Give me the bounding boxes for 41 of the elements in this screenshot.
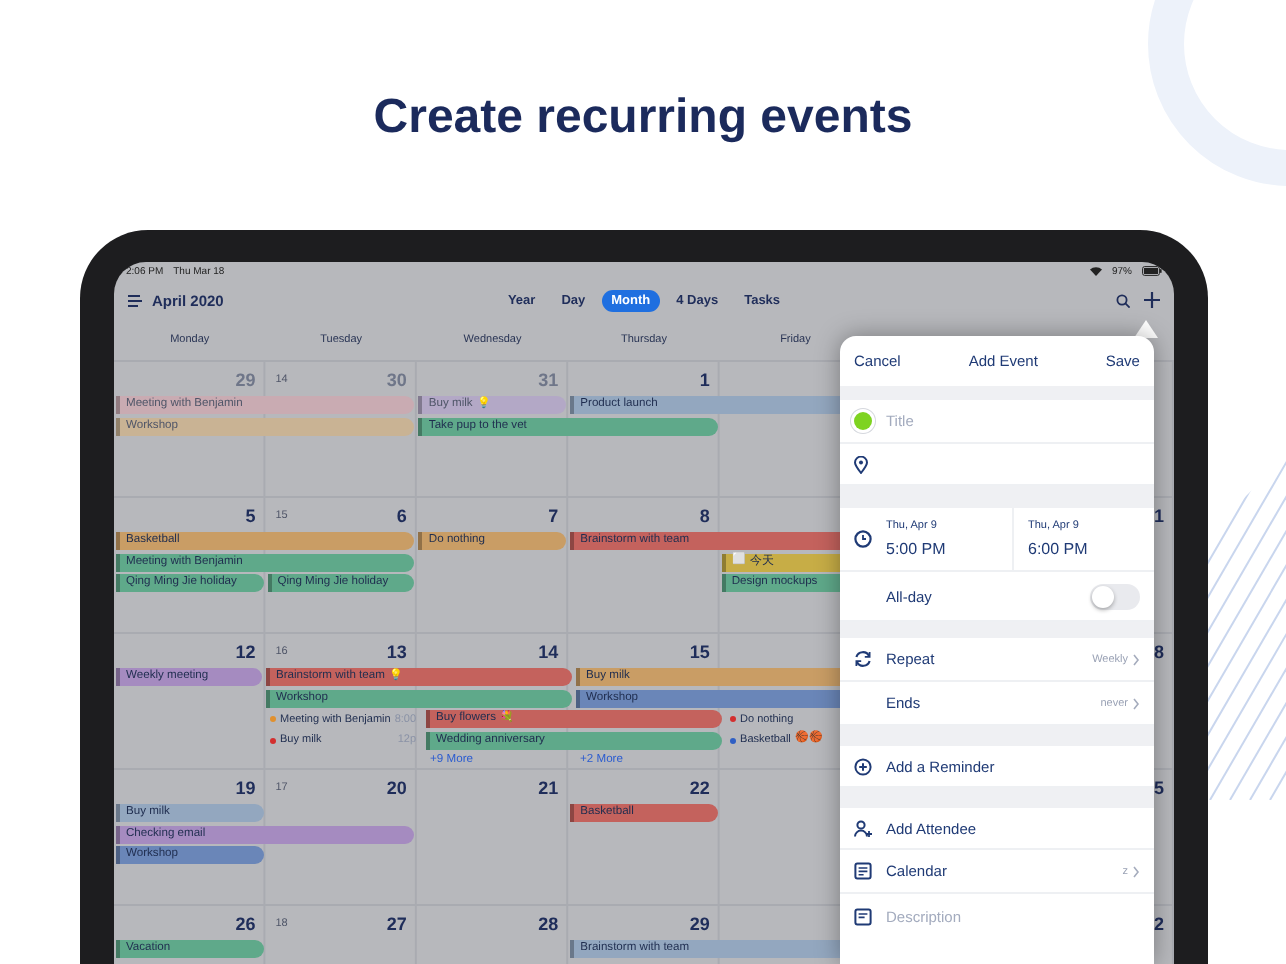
repeat-icon: [854, 650, 872, 668]
wifi-icon: [1089, 266, 1102, 276]
day-number[interactable]: 22: [689, 777, 710, 797]
day-number[interactable]: 5: [245, 505, 256, 525]
day-number[interactable]: 2: [1153, 913, 1164, 933]
add-icon[interactable]: [1144, 292, 1160, 308]
day-number[interactable]: 5: [1153, 777, 1164, 797]
day-number[interactable]: 14: [538, 641, 559, 661]
start-time[interactable]: 5:00 PM: [886, 540, 998, 558]
day-number[interactable]: 15: [689, 641, 710, 661]
chevron-icon: [1132, 697, 1140, 709]
day-number[interactable]: 21: [538, 777, 559, 797]
add-circle-icon: [854, 757, 872, 775]
clock-icon: [854, 530, 872, 548]
day-number[interactable]: 1: [1153, 505, 1164, 525]
location-pin-icon[interactable]: [854, 455, 868, 473]
day-number[interactable]: 19: [235, 777, 256, 797]
chevron-icon: [1132, 865, 1140, 877]
day-number[interactable]: 6: [396, 505, 407, 525]
day-number[interactable]: 27: [386, 913, 407, 933]
end-time[interactable]: 6:00 PM: [1028, 540, 1140, 558]
day-number[interactable]: 28: [538, 913, 559, 933]
day-number[interactable]: 29: [689, 913, 710, 933]
calendar-color-dot[interactable]: [854, 412, 872, 430]
menu-icon[interactable]: [128, 293, 142, 307]
chevron-icon: [1132, 653, 1140, 665]
day-number[interactable]: 13: [386, 641, 407, 661]
add-person-icon: [854, 819, 872, 837]
day-number[interactable]: 20: [386, 777, 407, 797]
day-number[interactable]: 8: [1153, 641, 1164, 661]
day-number[interactable]: 7: [548, 505, 559, 525]
day-number[interactable]: 1: [699, 369, 710, 389]
search-icon[interactable]: [1116, 293, 1130, 307]
day-number[interactable]: 8: [699, 505, 710, 525]
headline: Create recurring events: [373, 88, 913, 148]
all-day-toggle[interactable]: [1090, 583, 1140, 609]
calendar-icon: [854, 862, 872, 880]
battery-icon: [1142, 266, 1162, 276]
day-number[interactable]: 26: [235, 913, 256, 933]
note-icon: [854, 907, 872, 925]
day-number[interactable]: 12: [235, 641, 256, 661]
